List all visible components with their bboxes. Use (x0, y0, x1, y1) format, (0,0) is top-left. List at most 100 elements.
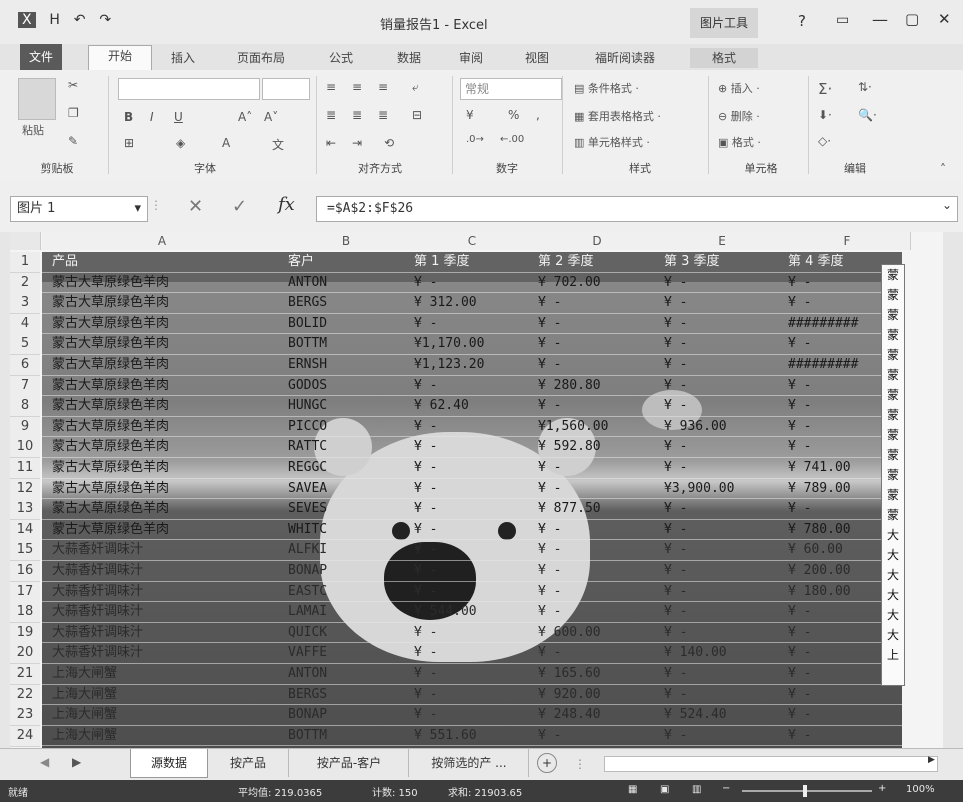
sort-filter-icon[interactable]: ⇅· (858, 80, 872, 94)
table-cell[interactable]: ¥ - (664, 314, 782, 334)
zoom-out-icon[interactable]: − (722, 783, 730, 794)
table-cell[interactable]: ¥ - (414, 623, 532, 643)
clear-icon[interactable]: ◇· (818, 134, 831, 148)
delete-cells-button[interactable]: ⊖ 删除 · (718, 108, 760, 124)
table-cell[interactable]: ¥ - (788, 334, 880, 354)
row-header[interactable]: 10 (10, 437, 40, 459)
table-cell[interactable]: ANTON (288, 664, 408, 684)
fill-color-icon[interactable]: ◈ (176, 136, 185, 150)
table-cell[interactable]: ¥ - (664, 499, 782, 519)
copy-icon[interactable]: ❐ (68, 106, 79, 120)
table-cell[interactable]: 蒙古大草原绿色羊肉 (52, 458, 280, 478)
table-cell[interactable]: ERNSH (288, 355, 408, 375)
table-cell[interactable]: ¥ - (414, 376, 532, 396)
table-cell[interactable]: ¥ - (788, 396, 880, 416)
undo-icon[interactable]: ↶ (74, 12, 86, 28)
table-cell[interactable]: ¥ 877.50 (538, 499, 658, 519)
table-cell[interactable]: ¥ 551.60 (414, 726, 532, 746)
chevron-down-icon[interactable]: ▾ (134, 197, 141, 221)
collapse-ribbon-icon[interactable]: ˄ (940, 162, 946, 176)
table-cell[interactable]: ¥ 180.00 (788, 582, 880, 602)
table-cell[interactable]: ¥ - (664, 396, 782, 416)
table-cell[interactable]: ¥ 248.40 (538, 705, 658, 725)
table-cell[interactable]: ¥ - (538, 602, 658, 622)
table-cell[interactable]: ¥ - (414, 273, 532, 293)
table-cell[interactable]: QUICK (288, 623, 408, 643)
sheet-tab-filtered[interactable]: 按筛选的产 ... (410, 749, 529, 777)
scroll-right-icon[interactable]: ▶ (928, 755, 935, 765)
save-icon[interactable]: H (49, 12, 60, 28)
table-cell[interactable]: ¥ - (664, 334, 782, 354)
table-cell[interactable]: ¥ - (788, 417, 880, 437)
table-cell[interactable]: ¥ 165.60 (538, 664, 658, 684)
table-cell[interactable]: ¥ - (538, 458, 658, 478)
table-cell[interactable]: ¥ 789.00 (788, 479, 880, 499)
table-cell[interactable]: 大蒜香奸调味汁 (52, 623, 280, 643)
decrease-indent-icon[interactable]: ⇤ (326, 136, 336, 150)
table-cell[interactable]: ANTON (288, 273, 408, 293)
format-as-table-button[interactable]: ▦ 套用表格格式 · (574, 108, 661, 124)
table-cell[interactable]: ¥ - (414, 520, 532, 540)
page-break-view-icon[interactable]: ▥ (692, 784, 701, 795)
table-cell[interactable]: ¥ - (788, 499, 880, 519)
tab-file[interactable]: 文件 (20, 44, 62, 70)
tab-review[interactable]: 审阅 (446, 48, 496, 68)
sheet-tab-source[interactable]: 源数据 (130, 749, 208, 778)
table-cell[interactable]: ¥ 200.00 (788, 561, 880, 581)
table-cell[interactable]: ¥ - (414, 685, 532, 705)
row-header[interactable]: 22 (10, 684, 40, 706)
underline-button[interactable]: U (174, 110, 183, 124)
zoom-slider[interactable] (742, 790, 872, 792)
header-cell-q4[interactable]: 第 4 季度 (788, 252, 880, 272)
table-cell[interactable]: ¥1,560.00 (538, 417, 658, 437)
table-cell[interactable]: ¥ - (664, 664, 782, 684)
table-cell[interactable]: ¥ 62.40 (414, 396, 532, 416)
align-right-icon[interactable]: ≣ (378, 108, 388, 122)
table-cell[interactable]: ¥ - (538, 355, 658, 375)
table-cell[interactable]: ¥ - (788, 273, 880, 293)
font-size-dropdown[interactable] (262, 78, 310, 100)
column-header-f[interactable]: F (784, 232, 911, 250)
table-cell[interactable]: EASTC (288, 582, 408, 602)
align-middle-icon[interactable]: ≡ (352, 80, 362, 94)
table-cell[interactable]: ¥ - (664, 355, 782, 375)
cell-styles-button[interactable]: ▥ 单元格样式 · (574, 134, 650, 150)
worksheet-grid[interactable]: A B C D E F 1 产品 客户第 1 季度第 2 季度第 3 季度第 4 季… (10, 232, 943, 750)
format-cells-button[interactable]: ▣ 格式 · (718, 134, 761, 150)
zoom-slider-thumb[interactable] (803, 785, 807, 797)
table-cell[interactable]: ¥ - (788, 705, 880, 725)
table-cell[interactable]: ¥ - (538, 334, 658, 354)
enter-icon[interactable]: ✓ (232, 196, 247, 217)
table-cell[interactable]: ¥ - (414, 479, 532, 499)
table-cell[interactable]: VAFFE (288, 643, 408, 663)
table-cell[interactable]: BOLID (288, 314, 408, 334)
row-header[interactable]: 16 (10, 561, 40, 582)
table-cell[interactable]: ¥ 140.00 (664, 643, 782, 663)
next-sheet-icon[interactable]: ▶ (72, 755, 81, 769)
column-header-c[interactable]: C (410, 232, 535, 250)
table-cell[interactable]: HUNGC (288, 396, 408, 416)
table-cell[interactable]: 蒙古大草原绿色羊肉 (52, 396, 280, 416)
fill-icon[interactable]: ⬇· (818, 108, 832, 122)
name-box[interactable]: 图片 1 ▾ (10, 196, 148, 222)
row-header[interactable]: 17 (10, 581, 40, 603)
table-cell[interactable]: ¥ - (788, 643, 880, 663)
table-cell[interactable]: 大蒜香奸调味汁 (52, 561, 280, 581)
help-button[interactable]: ? (798, 12, 806, 30)
table-cell[interactable]: LAMAI (288, 602, 408, 622)
row-header[interactable]: 21 (10, 664, 40, 685)
page-layout-view-icon[interactable]: ▣ (660, 784, 669, 795)
find-select-icon[interactable]: 🔍· (858, 108, 877, 122)
table-cell[interactable]: ¥ - (664, 273, 782, 293)
sheet-tab-by-product[interactable]: 按产品 (208, 749, 289, 777)
normal-view-icon[interactable]: ▦ (628, 784, 637, 795)
table-cell[interactable]: ¥ - (414, 643, 532, 663)
tab-page-layout[interactable]: 页面布局 (222, 48, 300, 68)
table-cell[interactable]: 大蒜香奸调味汁 (52, 582, 280, 602)
table-cell[interactable]: 蒙古大草原绿色羊肉 (52, 334, 280, 354)
tab-data[interactable]: 数据 (384, 48, 434, 68)
table-cell[interactable]: ¥1,170.00 (414, 334, 532, 354)
maximize-button[interactable]: ▢ (905, 10, 919, 28)
table-cell[interactable]: BOTTM (288, 334, 408, 354)
row-header[interactable]: 9 (10, 416, 40, 438)
